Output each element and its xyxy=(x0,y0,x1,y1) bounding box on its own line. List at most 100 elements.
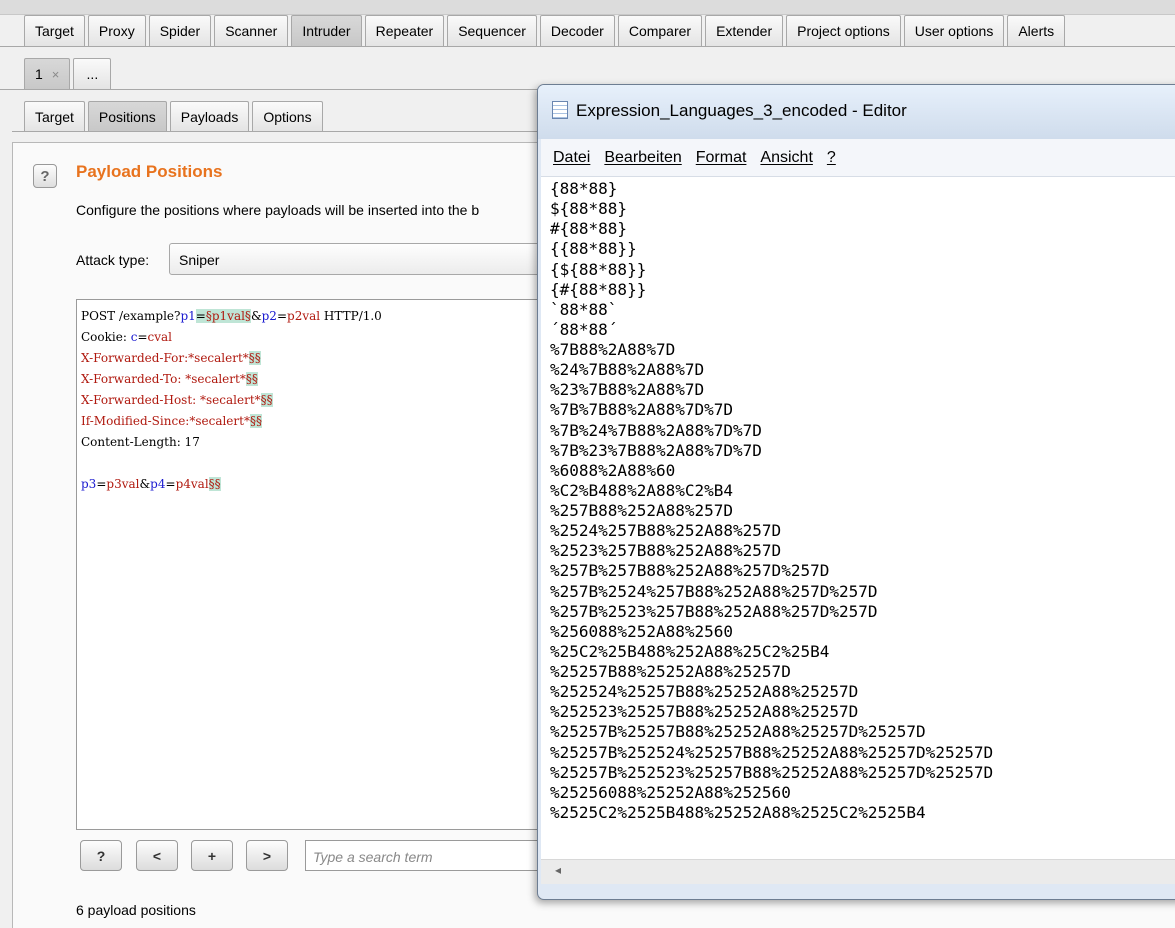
cookie-header: Cookie: xyxy=(81,330,131,344)
text-line: %252523%25257B88%25252A88%25257D xyxy=(550,702,859,722)
text-line: %25256088%25252A88%252560 xyxy=(550,782,791,802)
equals: = xyxy=(276,309,288,323)
search-input[interactable]: Type a search term xyxy=(305,840,545,871)
content-length-line: Content-Length: 17 xyxy=(81,435,200,449)
subtab-options[interactable]: Options xyxy=(252,101,323,131)
tab-user-options[interactable]: User options xyxy=(903,15,1005,46)
text-line: %2525C2%2525B488%25252A88%2525C2%2525B4 xyxy=(550,802,926,822)
tab-repeater[interactable]: Repeater xyxy=(364,15,445,46)
equals: = xyxy=(195,309,206,323)
text-line: %2523%257B88%252A88%257D xyxy=(550,541,782,561)
new-tab-button[interactable]: ... xyxy=(73,58,112,89)
payload-marker: §§ xyxy=(248,351,261,365)
horizontal-scrollbar[interactable]: ◂ xyxy=(541,859,1175,884)
text-line: %257B%257B88%252A88%257D%257D xyxy=(550,561,830,581)
menu-ansicht[interactable]: Ansicht xyxy=(760,149,812,167)
cookie-value: cval xyxy=(147,330,173,344)
text-line: %C2%B488%2A88%C2%B4 xyxy=(550,480,734,500)
tab-sequencer[interactable]: Sequencer xyxy=(447,15,537,46)
tab-intruder[interactable]: Intruder xyxy=(291,15,362,46)
scroll-left-icon[interactable]: ◂ xyxy=(555,863,561,877)
tab-instance-1[interactable]: 1 × xyxy=(24,58,71,89)
param-value: p3val xyxy=(106,477,140,491)
param-name: p2 xyxy=(261,309,277,323)
payload-marker: §§ xyxy=(249,414,262,428)
header-text: X-Forwarded-To: *secalert* xyxy=(81,372,246,386)
text-line: %257B%2524%257B88%252A88%257D%257D xyxy=(550,581,878,601)
subtab-target[interactable]: Target xyxy=(24,101,85,131)
text-line: %25257B88%25252A88%25257D xyxy=(550,662,791,681)
tab-target[interactable]: Target xyxy=(24,15,85,46)
request-method-path: POST /example? xyxy=(81,309,181,323)
header-line: If-Modified-Since:*secalert*§§ xyxy=(81,411,555,432)
help-button[interactable]: ? xyxy=(33,164,57,188)
tab-spider[interactable]: Spider xyxy=(148,15,212,46)
tab-alerts[interactable]: Alerts xyxy=(1007,15,1066,46)
text-line: %24%7B88%2A88%7D xyxy=(550,360,705,380)
text-line: %6088%2A88%60 xyxy=(550,460,676,480)
subtab-payloads[interactable]: Payloads xyxy=(169,101,250,131)
window-top-strip xyxy=(0,0,1175,15)
notepad-titlebar[interactable]: Expression_Languages_3_encoded - Editor xyxy=(538,85,1175,139)
attack-type-label: Attack type: xyxy=(76,252,150,268)
payload-marker: §p1val§ xyxy=(205,309,251,323)
text-line: #{88*88} xyxy=(550,219,628,239)
intruder-sub-tabs: Target Positions Payloads Options xyxy=(24,101,326,131)
previous-match-button[interactable]: < xyxy=(136,840,178,871)
next-match-button[interactable]: > xyxy=(246,840,288,871)
header-line: X-Forwarded-To: *secalert*§§ xyxy=(81,369,555,390)
text-line: {88*88} xyxy=(550,179,618,198)
body-line: p3=p3val&p4=p4val§§ xyxy=(81,474,555,495)
param-value: p2val xyxy=(287,309,321,323)
payload-position-count: 6 payload positions xyxy=(76,902,196,918)
text-line: %7B88%2A88%7D xyxy=(550,340,676,359)
menu-format[interactable]: Format xyxy=(696,149,747,167)
text-line: %25257B%252523%25257B88%25252A88%25257D%… xyxy=(550,762,994,782)
payload-marker: §§ xyxy=(208,477,221,491)
menu-datei[interactable]: Datei xyxy=(553,149,590,167)
tab-proxy[interactable]: Proxy xyxy=(87,15,146,46)
menu-bearbeiten[interactable]: Bearbeiten xyxy=(604,149,681,167)
text-line: %25C2%25B488%252A88%25C2%25B4 xyxy=(550,641,830,661)
text-line: {${88*88}} xyxy=(550,259,647,279)
subtab-positions[interactable]: Positions xyxy=(87,101,167,131)
text-line: %2524%257B88%252A88%257D xyxy=(550,521,782,541)
text-line: %25257B%252524%25257B88%25252A88%25257D%… xyxy=(550,742,994,762)
header-text: X-Forwarded-For:*secalert* xyxy=(81,351,249,365)
text-line: %256088%252A88%2560 xyxy=(550,621,734,641)
search-help-button[interactable]: ? xyxy=(80,840,122,871)
request-template-editor[interactable]: POST /example?p1=§p1val§&p2=p2val HTTP/1… xyxy=(76,299,556,830)
notepad-text-area[interactable]: {88*88} ${88*88} #{88*88} {{88*88}} {${8… xyxy=(541,177,1175,859)
add-button[interactable]: + xyxy=(191,840,233,871)
tab-decoder[interactable]: Decoder xyxy=(539,15,615,46)
notepad-menubar: Datei Bearbeiten Format Ansicht ? xyxy=(541,139,1175,177)
header-text: If-Modified-Since:*secalert* xyxy=(81,414,250,428)
tab-scanner[interactable]: Scanner xyxy=(214,15,289,46)
close-icon[interactable]: × xyxy=(52,67,60,82)
notepad-icon xyxy=(552,101,568,119)
tab-extender[interactable]: Extender xyxy=(705,15,784,46)
main-tab-divider xyxy=(0,46,1175,47)
ampersand: & xyxy=(139,477,151,491)
text-line: {#{88*88}} xyxy=(550,279,647,299)
http-version: HTTP/1.0 xyxy=(320,309,382,323)
payload-marker: §§ xyxy=(260,393,273,407)
ampersand: & xyxy=(250,309,262,323)
text-line: %7B%7B88%2A88%7D%7D xyxy=(550,400,734,420)
tab-comparer[interactable]: Comparer xyxy=(617,15,703,46)
text-line: %7B%23%7B88%2A88%7D%7D xyxy=(550,440,762,460)
tab-project-options[interactable]: Project options xyxy=(786,15,901,46)
text-line: %7B%24%7B88%2A88%7D%7D xyxy=(550,420,762,440)
text-line: %25257B%25257B88%25252A88%25257D%25257D xyxy=(550,722,926,742)
param-name: p4 xyxy=(150,477,166,491)
payload-marker: §§ xyxy=(245,372,258,386)
menu-help[interactable]: ? xyxy=(827,149,836,167)
header-line: X-Forwarded-For:*secalert*§§ xyxy=(81,348,555,369)
window-title: Expression_Languages_3_encoded - Editor xyxy=(576,101,907,120)
text-line: ${88*88} xyxy=(550,199,628,219)
attack-type-select[interactable]: Sniper xyxy=(169,243,559,275)
text-line: %252524%25257B88%25252A88%25257D xyxy=(550,682,859,702)
text-line: ´88*88´ xyxy=(550,319,618,339)
text-line: `88*88` xyxy=(550,299,618,319)
equals: = xyxy=(165,477,176,491)
